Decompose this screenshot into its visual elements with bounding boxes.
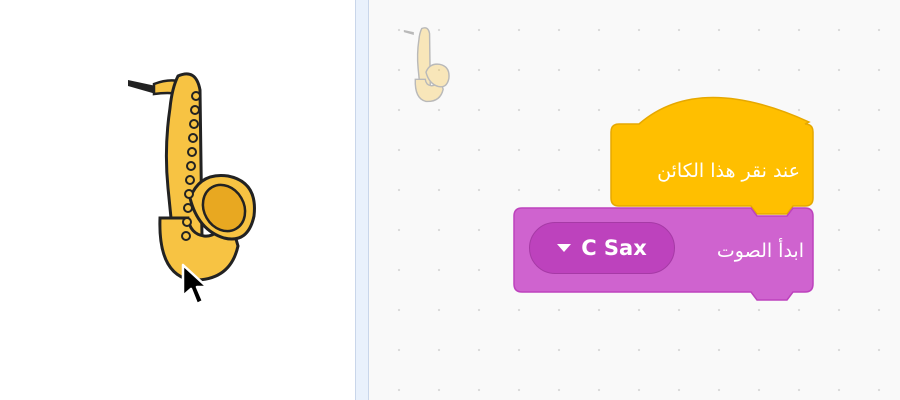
stage[interactable] xyxy=(0,0,355,400)
hat-block-label: عند نقر هذا الكائن xyxy=(657,160,800,182)
hat-block[interactable] xyxy=(610,96,814,215)
scratch-editor: عند نقر هذا الكائن ابدأ الصوت C Sax xyxy=(0,0,900,400)
sound-dropdown-value: C Sax xyxy=(581,236,647,260)
triangle-down-icon xyxy=(557,244,572,252)
stage-divider xyxy=(355,0,369,400)
block-stack xyxy=(513,96,814,301)
saxophone-icon[interactable] xyxy=(120,68,260,288)
mouse-pointer-icon xyxy=(181,263,209,306)
code-area[interactable]: عند نقر هذا الكائن ابدأ الصوت C Sax xyxy=(369,0,900,400)
sound-dropdown[interactable]: C Sax xyxy=(529,222,675,274)
start-sound-label: ابدأ الصوت xyxy=(716,240,804,262)
mouthpiece xyxy=(128,80,156,94)
